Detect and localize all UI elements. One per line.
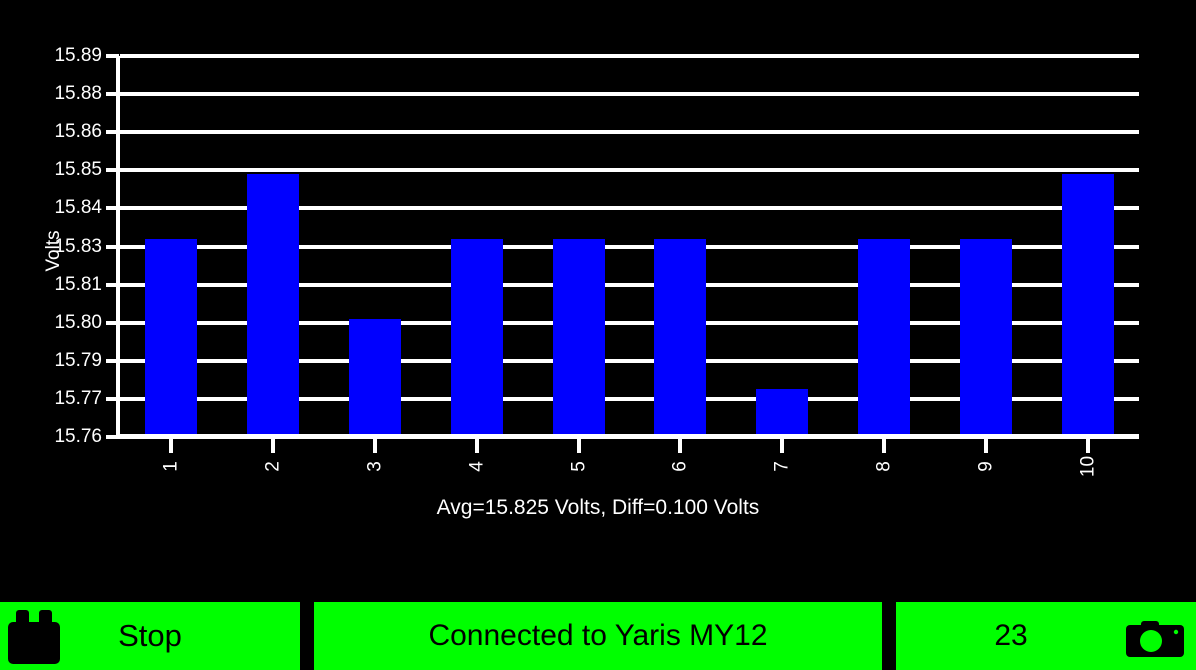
connection-status-button[interactable]: Connected to Yaris MY12	[314, 602, 882, 670]
chart-panel: Volts 15.89 15.88 15.86 15.85 15.84 15.83 15.8…	[0, 0, 1196, 595]
stop-button-label: Stop	[118, 618, 182, 653]
y-axis-tick-mark	[106, 168, 119, 173]
x-axis-tick-label: 8	[873, 461, 895, 472]
y-axis-tick-mark	[106, 435, 119, 439]
x-axis-tick-label: 3	[364, 461, 386, 472]
y-axis-tick-label: 15.89	[54, 45, 102, 66]
bar	[654, 238, 707, 437]
gridline	[120, 92, 1139, 97]
bar	[756, 389, 809, 437]
stop-button[interactable]: Stop	[0, 602, 300, 670]
plot-area	[120, 54, 1139, 439]
y-axis-tick-label: 15.86	[54, 121, 102, 143]
x-axis-tick-label: 5	[568, 461, 590, 472]
gridline	[120, 130, 1139, 135]
x-axis-tick-label: 1	[160, 461, 182, 472]
y-axis-tick-label: 15.83	[54, 235, 102, 257]
toolbar-divider	[882, 602, 896, 670]
y-axis-tick-label: 15.80	[54, 311, 102, 333]
bar-chart: Volts 15.89 15.88 15.86 15.85 15.84 15.83 15.8…	[0, 0, 1196, 477]
sample-count-label: 23	[994, 619, 1028, 652]
x-axis-tick-labels: 1 2 3 4 5 6 7 8 9 10	[120, 439, 1139, 499]
bar	[450, 238, 503, 437]
connection-status-label: Connected to Yaris MY12	[428, 619, 768, 652]
x-axis-tick-label: 7	[771, 461, 793, 472]
y-axis-tick-mark	[106, 206, 119, 211]
x-axis-tick-label: 4	[466, 461, 488, 472]
x-axis-tick-label: 2	[262, 461, 284, 472]
camera-icon[interactable]	[1124, 613, 1186, 659]
bar	[552, 238, 605, 437]
y-axis-tick-label: 15.77	[54, 387, 102, 409]
y-axis-tick-mark	[106, 320, 119, 325]
bar	[144, 238, 197, 437]
bar	[858, 238, 911, 437]
y-axis-tick-mark	[106, 92, 119, 97]
y-axis-tick-mark	[106, 54, 119, 58]
toolbar-divider	[300, 602, 314, 670]
bottom-toolbar: Stop Connected to Yaris MY12 23	[0, 602, 1196, 670]
gridline	[120, 168, 1139, 173]
y-axis-tick-labels: 15.89 15.88 15.86 15.85 15.84 15.83 15.81 15.80…	[30, 45, 102, 447]
y-axis-tick-mark	[106, 244, 119, 249]
y-axis-tick-label: 15.76	[54, 426, 102, 447]
bar	[246, 174, 299, 437]
chart-caption: Avg=15.825 Volts, Diff=0.100 Volts	[436, 496, 760, 519]
bar	[1062, 174, 1115, 437]
y-axis-tick-label: 15.85	[54, 159, 102, 181]
gridline	[120, 54, 1139, 58]
y-axis-tick-label: 15.79	[54, 349, 102, 371]
y-axis-tick-mark	[106, 130, 119, 135]
x-axis-tick-label: 6	[669, 461, 691, 472]
x-axis-tick-label: 10	[1077, 455, 1099, 478]
bar	[348, 318, 401, 437]
y-axis-tick-label: 15.88	[54, 83, 102, 105]
y-axis-tick-label: 15.84	[54, 197, 102, 219]
bar	[960, 238, 1013, 437]
y-axis-tick-mark	[106, 282, 119, 287]
y-axis-tick-label: 15.81	[54, 273, 102, 295]
x-axis-tick-label: 9	[975, 461, 997, 472]
y-axis-tick-mark	[106, 396, 119, 401]
screenshot-button[interactable]: 23	[896, 602, 1196, 670]
y-axis-tick-mark	[106, 358, 119, 363]
